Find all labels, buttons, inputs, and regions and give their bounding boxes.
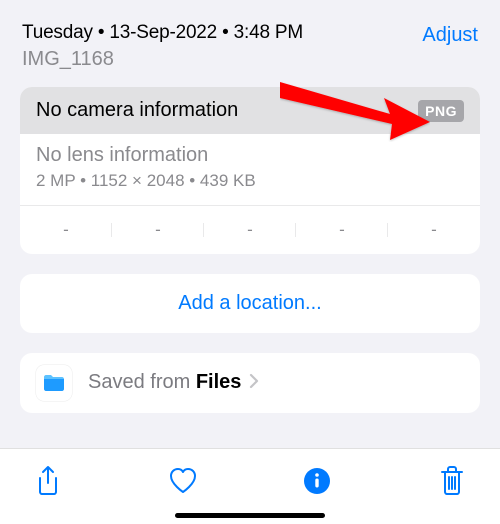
trash-icon: [440, 466, 464, 496]
filename-label: IMG_1168: [22, 48, 303, 71]
add-location-button[interactable]: Add a location...: [20, 274, 480, 333]
saved-from-row[interactable]: Saved from Files: [20, 353, 480, 413]
exif-cell: -: [112, 220, 204, 240]
info-header: Tuesday • 13-Sep-2022 • 3:48 PM IMG_1168…: [0, 0, 500, 71]
add-location-label: Add a location...: [38, 292, 462, 315]
share-button[interactable]: [26, 459, 70, 503]
home-indicator[interactable]: [175, 513, 325, 518]
exif-cell: -: [296, 220, 388, 240]
lens-info-label: No lens information: [36, 144, 464, 167]
camera-header: No camera information PNG: [20, 87, 480, 134]
camera-info-label: No camera information: [36, 99, 238, 122]
exif-cell: -: [20, 220, 112, 240]
saved-source: Files: [196, 371, 242, 393]
files-app-icon: [36, 365, 72, 401]
image-specs-label: 2 MP • 1152 × 2048 • 439 KB: [36, 171, 464, 191]
share-icon: [35, 465, 61, 497]
adjust-button[interactable]: Adjust: [422, 22, 478, 47]
chevron-right-icon: [249, 372, 259, 395]
exif-row: - - - - -: [20, 205, 480, 254]
format-badge: PNG: [418, 100, 464, 122]
camera-body: No lens information 2 MP • 1152 × 2048 •…: [20, 134, 480, 205]
heart-icon: [168, 467, 198, 495]
saved-prefix: Saved from: [88, 371, 196, 393]
info-button[interactable]: [295, 459, 339, 503]
saved-from-label: Saved from Files: [88, 371, 464, 395]
datetime-label: Tuesday • 13-Sep-2022 • 3:48 PM: [22, 22, 303, 44]
favorite-button[interactable]: [161, 459, 205, 503]
exif-cell: -: [204, 220, 296, 240]
header-titles: Tuesday • 13-Sep-2022 • 3:48 PM IMG_1168: [22, 22, 303, 71]
delete-button[interactable]: [430, 459, 474, 503]
exif-cell: -: [388, 220, 480, 240]
info-icon: [303, 467, 331, 495]
camera-info-card: No camera information PNG No lens inform…: [20, 87, 480, 254]
